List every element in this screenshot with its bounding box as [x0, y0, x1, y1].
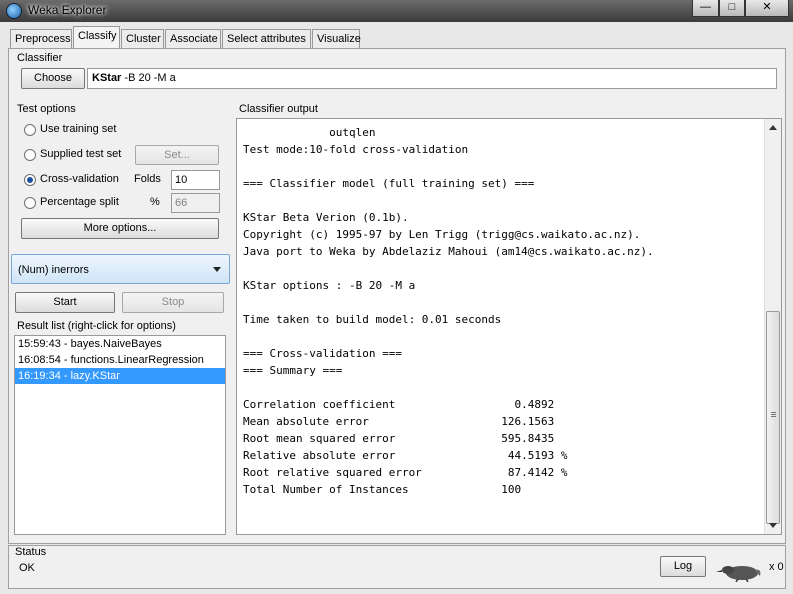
tab-associate[interactable]: Associate: [165, 29, 221, 49]
classifier-name: KStar: [92, 72, 122, 84]
tab-preprocess[interactable]: Preprocess: [10, 29, 72, 49]
stop-button[interactable]: Stop: [122, 292, 224, 313]
weka-explorer-window: Weka Explorer — □ ✕ Preprocess Classify …: [0, 0, 793, 594]
result-list-label: Result list (right-click for options): [17, 320, 176, 332]
maximize-button[interactable]: □: [719, 0, 745, 17]
percentage-input[interactable]: 66: [171, 193, 220, 213]
tab-select-attributes[interactable]: Select attributes: [222, 29, 311, 49]
tab-classify[interactable]: Classify: [73, 26, 120, 50]
classifier-section-label: Classifier: [17, 52, 63, 64]
supplied-test-set-radio[interactable]: [24, 149, 36, 161]
class-attribute-value: (Num) inerrors: [18, 264, 89, 276]
supplied-test-set-label: Supplied test set: [40, 148, 122, 160]
test-options-label: Test options: [17, 103, 76, 115]
output-scrollbar[interactable]: [764, 119, 781, 534]
classifier-output-label: Classifier output: [239, 103, 318, 115]
percentage-split-radio[interactable]: [24, 197, 36, 209]
result-list-item[interactable]: 15:59:43 - bayes.NaiveBayes: [15, 336, 225, 352]
set-test-set-button[interactable]: Set...: [135, 145, 219, 165]
scrollbar-thumb[interactable]: [766, 311, 780, 524]
tab-cluster[interactable]: Cluster: [121, 29, 164, 49]
classifier-output-area[interactable]: outqlen Test mode:10-fold cross-validati…: [236, 118, 782, 535]
use-training-set-radio[interactable]: [24, 124, 36, 136]
close-button[interactable]: ✕: [745, 0, 789, 17]
more-options-button[interactable]: More options...: [21, 218, 219, 239]
task-count: x 0: [769, 561, 784, 573]
status-text: OK: [19, 562, 35, 574]
log-button[interactable]: Log: [660, 556, 706, 577]
weka-app-icon: [6, 3, 22, 19]
folds-label: Folds: [134, 173, 161, 185]
folds-input[interactable]: 10: [171, 170, 220, 190]
scroll-down-arrow-icon[interactable]: [769, 523, 777, 528]
result-list[interactable]: 15:59:43 - bayes.NaiveBayes 16:08:54 - f…: [14, 335, 226, 535]
classifier-output-text: outqlen Test mode:10-fold cross-validati…: [243, 126, 654, 496]
choose-button[interactable]: Choose: [21, 68, 85, 89]
classifier-options: -B 20 -M a: [121, 72, 176, 84]
tab-visualize[interactable]: Visualize: [312, 29, 361, 49]
chevron-down-icon: [213, 267, 221, 272]
scroll-up-arrow-icon[interactable]: [769, 125, 777, 130]
result-list-item-selected[interactable]: 16:19:34 - lazy.KStar: [15, 368, 225, 384]
window-title: Weka Explorer: [28, 3, 107, 17]
grip-icon: [771, 412, 776, 413]
percentage-split-label: Percentage split: [40, 196, 119, 208]
weka-bird-icon: [716, 566, 761, 582]
result-list-item[interactable]: 16:08:54 - functions.LinearRegression: [15, 352, 225, 368]
status-label: Status: [15, 546, 47, 558]
percent-symbol: %: [150, 196, 160, 208]
use-training-set-label: Use training set: [40, 123, 117, 135]
classifier-config-field[interactable]: KStar -B 20 -M a: [87, 68, 777, 89]
minimize-button[interactable]: —: [692, 0, 719, 17]
cross-validation-radio[interactable]: [24, 174, 36, 186]
cross-validation-label: Cross-validation: [40, 173, 119, 185]
title-bar[interactable]: Weka Explorer — □ ✕: [0, 0, 793, 22]
class-attribute-select[interactable]: (Num) inerrors: [11, 254, 230, 284]
start-button[interactable]: Start: [15, 292, 115, 313]
